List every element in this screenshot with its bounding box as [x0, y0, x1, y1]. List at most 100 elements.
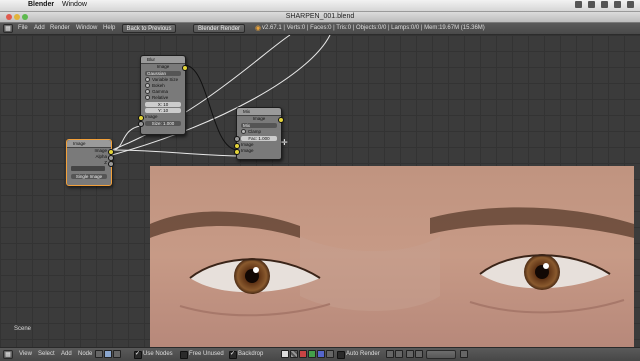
- menu-node[interactable]: Node: [78, 351, 92, 357]
- blur-option-relative[interactable]: Relative: [141, 95, 185, 101]
- menu-file[interactable]: File: [18, 25, 28, 31]
- scene-label: Scene: [14, 326, 32, 332]
- menu-select[interactable]: Select: [38, 351, 55, 357]
- blur-output-image: Image: [141, 64, 188, 71]
- paste-icon[interactable]: [395, 350, 403, 358]
- blur-filter-dropdown[interactable]: Gaussian: [145, 71, 181, 76]
- backdrop-checkbox[interactable]: [229, 350, 237, 359]
- output-alpha-label: Alpha: [95, 154, 107, 159]
- blur-x-field[interactable]: X: 10: [145, 102, 181, 107]
- auto-render-checkbox[interactable]: [337, 351, 345, 359]
- mix-clamp-option[interactable]: Clamp: [237, 129, 281, 135]
- menu-window[interactable]: Window: [76, 25, 97, 31]
- texture-nodes-icon[interactable]: [113, 350, 121, 358]
- gamma-checkbox[interactable]: [145, 89, 150, 95]
- image-browse-row: [67, 166, 111, 173]
- use-nodes-label: Use Nodes: [143, 351, 173, 357]
- mix-node[interactable]: Mix Image Mix Clamp Fac: 1.000 Image Ima…: [234, 107, 284, 160]
- blur-input-label: Image: [145, 114, 158, 119]
- mac-menubar: Blender Window: [0, 0, 640, 12]
- status-icon[interactable]: [614, 1, 621, 8]
- image-node[interactable]: Image Image Alpha Z Single Image: [66, 139, 114, 186]
- menubar-status-icons: [575, 1, 634, 8]
- status-icon[interactable]: [588, 1, 595, 8]
- node-editor[interactable]: Image Image Alpha Z Single Image Blur Im…: [0, 35, 640, 347]
- move-cursor-icon: ✛: [281, 138, 288, 147]
- mix-blend-dropdown[interactable]: Mix: [241, 123, 277, 128]
- menu-view[interactable]: View: [19, 351, 32, 357]
- menu-add[interactable]: Add: [34, 25, 45, 31]
- node-editor-header: ▦ View Select Add Node Use Nodes Free Un…: [0, 347, 640, 361]
- editor-type-icon[interactable]: ▦: [3, 24, 13, 33]
- bokeh-checkbox[interactable]: [145, 83, 150, 89]
- mix-input-label-2: Image: [241, 148, 254, 153]
- bokeh-label: Bokeh: [152, 83, 165, 88]
- blur-output-label: Image: [156, 64, 170, 69]
- use-nodes-checkbox[interactable]: [134, 350, 142, 359]
- mix-output-image: Image: [237, 116, 284, 123]
- image-node-title: Image: [67, 140, 111, 148]
- search-icon[interactable]: [627, 1, 634, 8]
- output-z-label: Z: [104, 160, 107, 165]
- clamp-checkbox[interactable]: [241, 129, 246, 135]
- window-titlebar: SHARPEN_001.blend: [0, 12, 640, 23]
- status-icon[interactable]: [575, 1, 582, 8]
- window-title: SHARPEN_001.blend: [285, 13, 355, 20]
- gamma-label: Gamma: [152, 89, 169, 94]
- mix-input-image-2: Image: [234, 148, 281, 155]
- mix-fac-field[interactable]: Fac: 1.000: [234, 136, 277, 142]
- mix-fac-label: Fac: 1.000: [248, 136, 270, 141]
- blender-logo-icon: ◉: [255, 25, 262, 32]
- snap-target-icon[interactable]: [415, 350, 423, 358]
- copy-icon[interactable]: [386, 350, 394, 358]
- blur-node[interactable]: Blur Image Gaussian Variable Size Bokeh …: [138, 55, 188, 135]
- clamp-label: Clamp: [248, 129, 262, 134]
- shader-nodes-icon[interactable]: [95, 350, 103, 358]
- blur-input-image: Image: [138, 114, 185, 121]
- blur-y-field[interactable]: Y: 10: [145, 108, 181, 113]
- snap-element-icon[interactable]: [406, 350, 414, 358]
- menu-render[interactable]: Render: [50, 25, 70, 31]
- backdrop-channels-icon[interactable]: [281, 350, 289, 358]
- menu-app-blender[interactable]: Blender: [28, 1, 54, 8]
- free-unused-label: Free Unused: [189, 351, 224, 357]
- render-engine-dropdown[interactable]: Blender Render: [193, 24, 245, 33]
- backdrop-label: Backdrop: [238, 351, 264, 357]
- image-source-dropdown[interactable]: Single Image: [71, 174, 107, 179]
- mix-input-label-1: Image: [241, 142, 254, 147]
- alpha-channel-icon[interactable]: [290, 350, 298, 358]
- blue-channel-icon[interactable]: [317, 350, 325, 358]
- render-preview-icon[interactable]: [460, 350, 468, 358]
- green-channel-icon[interactable]: [308, 350, 316, 358]
- menu-add[interactable]: Add: [61, 351, 72, 357]
- image-browse-field[interactable]: [71, 166, 105, 171]
- blur-size-label: Size: 1.000: [151, 121, 175, 126]
- node-connections: [111, 35, 331, 157]
- mix-input-socket-2[interactable]: [234, 149, 240, 155]
- compositing-nodes-icon[interactable]: [104, 350, 112, 358]
- menu-window[interactable]: Window: [62, 1, 87, 8]
- snap-icon[interactable]: [326, 350, 334, 358]
- relative-label: Relative: [152, 95, 169, 100]
- relative-checkbox[interactable]: [145, 95, 150, 101]
- info-header: ▦ File Add Render Window Help Back to Pr…: [0, 23, 640, 35]
- variable-size-checkbox[interactable]: [145, 77, 150, 83]
- blur-output-socket[interactable]: [182, 65, 188, 71]
- blur-size-field[interactable]: Size: 1.000: [138, 121, 181, 127]
- editor-type-icon[interactable]: ▦: [3, 350, 13, 359]
- free-unused-checkbox[interactable]: [180, 351, 188, 359]
- red-channel-icon[interactable]: [299, 350, 307, 358]
- blur-node-title: Blur: [141, 56, 185, 64]
- variable-size-label: Variable Size: [152, 77, 179, 82]
- status-icon[interactable]: [601, 1, 608, 8]
- scene-stats: v2.67.1 | Verts:0 | Faces:0 | Tris:0 | O…: [262, 25, 485, 31]
- back-to-previous-button[interactable]: Back to Previous: [122, 24, 176, 33]
- auto-render-label: Auto Render: [346, 351, 380, 357]
- snap-mode-dropdown[interactable]: [426, 350, 456, 359]
- mix-node-title: Mix: [237, 108, 281, 116]
- mix-output-label: Image: [252, 116, 266, 121]
- menu-help[interactable]: Help: [103, 25, 115, 31]
- output-image-label: Image: [94, 148, 107, 153]
- mix-output-socket[interactable]: [278, 117, 284, 123]
- blur-size-socket[interactable]: [138, 121, 144, 127]
